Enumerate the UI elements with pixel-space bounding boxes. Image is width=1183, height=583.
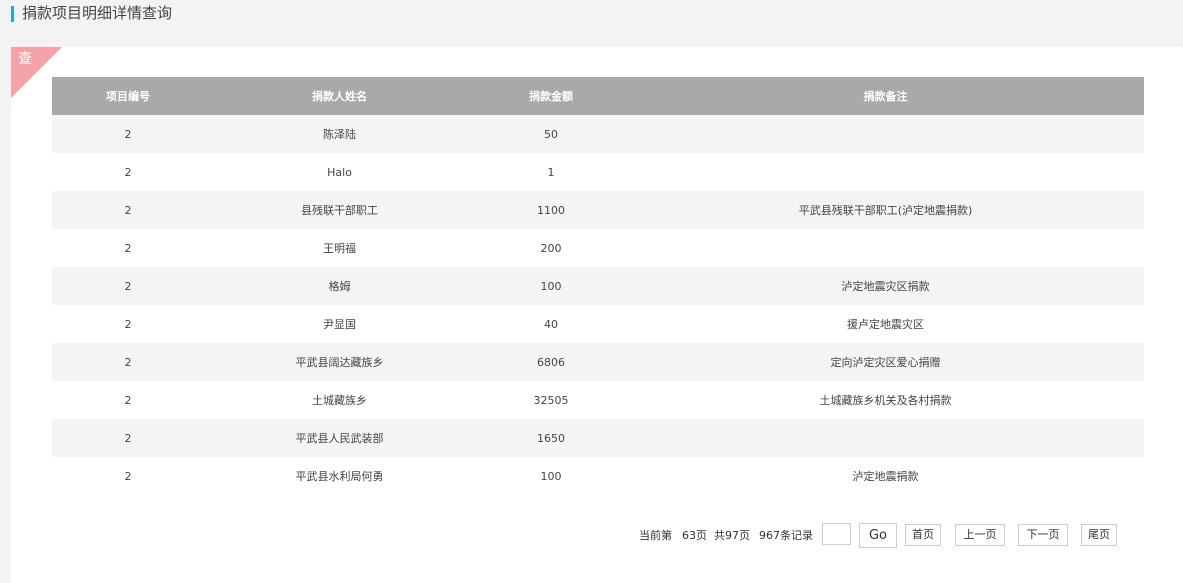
pager-current-label: 当前第 — [639, 529, 672, 542]
cell-remark — [627, 419, 1144, 457]
cell-donor-name: 平武县阔达藏族乡 — [204, 343, 475, 381]
page-title: 捐款项目明细详情查询 — [22, 4, 173, 22]
cell-amount: 200 — [475, 229, 627, 267]
cell-project-id: 2 — [52, 229, 204, 267]
table-row: 2 土城藏族乡 32505 土城藏族乡机关及各村捐款 — [52, 381, 1144, 419]
cell-remark — [627, 115, 1144, 153]
cell-project-id: 2 — [52, 115, 204, 153]
table-row: 2 平武县人民武装部 1650 — [52, 419, 1144, 457]
cell-remark — [627, 229, 1144, 267]
cell-donor-name: 平武县人民武装部 — [204, 419, 475, 457]
cell-donor-name: 县残联干部职工 — [204, 191, 475, 229]
table-header-row: 项目编号 捐款人姓名 捐款金额 捐款备注 — [52, 77, 1144, 115]
cell-remark — [627, 153, 1144, 191]
cell-amount: 50 — [475, 115, 627, 153]
cell-project-id: 2 — [52, 267, 204, 305]
cell-amount: 32505 — [475, 381, 627, 419]
cell-remark: 泸定地震灾区捐款 — [627, 267, 1144, 305]
column-header-remark: 捐款备注 — [627, 77, 1144, 115]
cell-amount: 1650 — [475, 419, 627, 457]
table-row: 2 县残联干部职工 1100 平武县残联干部职工(泸定地震捐款) — [52, 191, 1144, 229]
cell-amount: 1100 — [475, 191, 627, 229]
cell-remark: 土城藏族乡机关及各村捐款 — [627, 381, 1144, 419]
table-row: 2 平武县阔达藏族乡 6806 定向泸定灾区爱心捐赠 — [52, 343, 1144, 381]
table-row: 2 王明福 200 — [52, 229, 1144, 267]
table-row: 2 Halo 1 — [52, 153, 1144, 191]
cell-project-id: 2 — [52, 419, 204, 457]
table-row: 2 平武县水利局何勇 100 泸定地震捐款 — [52, 457, 1144, 495]
pager-total-records: 967条记录 — [759, 529, 813, 542]
title-accent-bar — [11, 6, 14, 22]
cell-remark: 泸定地震捐款 — [627, 457, 1144, 495]
cell-project-id: 2 — [52, 191, 204, 229]
first-page-button[interactable]: 首页 — [905, 524, 941, 546]
cell-remark: 定向泸定灾区爱心捐赠 — [627, 343, 1144, 381]
cell-donor-name: 尹显国 — [204, 305, 475, 343]
cell-amount: 6806 — [475, 343, 627, 381]
cell-remark: 援卢定地震灾区 — [627, 305, 1144, 343]
cell-remark: 平武县残联干部职工(泸定地震捐款) — [627, 191, 1144, 229]
next-page-button[interactable]: 下一页 — [1018, 524, 1068, 546]
cell-donor-name: 土城藏族乡 — [204, 381, 475, 419]
prev-page-button[interactable]: 上一页 — [955, 524, 1005, 546]
cell-amount: 100 — [475, 267, 627, 305]
query-panel: 查 项目编号 捐款人姓名 捐款金额 捐款备注 2 陈泽陆 50 2 Halo 1 2 县残联干… — [11, 47, 1183, 583]
cell-project-id: 2 — [52, 343, 204, 381]
pagination: 当前第 63页 共97页 967条记录 Go 首页 上一页 下一页 尾页 — [11, 523, 1183, 548]
table-body: 2 陈泽陆 50 2 Halo 1 2 县残联干部职工 1100 平武县残联干部职工(泸定地震捐款… — [52, 115, 1144, 495]
column-header-project-id: 项目编号 — [52, 77, 204, 115]
pager-total-pages: 共97页 — [714, 529, 750, 542]
cell-donor-name: 平武县水利局何勇 — [204, 457, 475, 495]
table-row: 2 陈泽陆 50 — [52, 115, 1144, 153]
page-number-input[interactable] — [822, 523, 851, 545]
page-header: 捐款项目明细详情查询 — [0, 0, 1183, 30]
table-row: 2 尹显国 40 援卢定地震灾区 — [52, 305, 1144, 343]
cell-donor-name: 格姆 — [204, 267, 475, 305]
cell-project-id: 2 — [52, 153, 204, 191]
donation-table: 项目编号 捐款人姓名 捐款金额 捐款备注 2 陈泽陆 50 2 Halo 1 2 县残联干部职… — [52, 77, 1144, 495]
cell-amount: 40 — [475, 305, 627, 343]
cell-donor-name: 陈泽陆 — [204, 115, 475, 153]
cell-donor-name: Halo — [204, 153, 475, 191]
cell-project-id: 2 — [52, 381, 204, 419]
go-button[interactable]: Go — [859, 523, 897, 548]
cell-amount: 1 — [475, 153, 627, 191]
last-page-button[interactable]: 尾页 — [1081, 524, 1117, 546]
pager-current-page: 63页 — [682, 529, 707, 542]
cell-project-id: 2 — [52, 305, 204, 343]
corner-label: 查 — [18, 51, 32, 67]
cell-project-id: 2 — [52, 457, 204, 495]
table-row: 2 格姆 100 泸定地震灾区捐款 — [52, 267, 1144, 305]
cell-amount: 100 — [475, 457, 627, 495]
column-header-donor-name: 捐款人姓名 — [204, 77, 475, 115]
column-header-amount: 捐款金额 — [475, 77, 627, 115]
cell-donor-name: 王明福 — [204, 229, 475, 267]
